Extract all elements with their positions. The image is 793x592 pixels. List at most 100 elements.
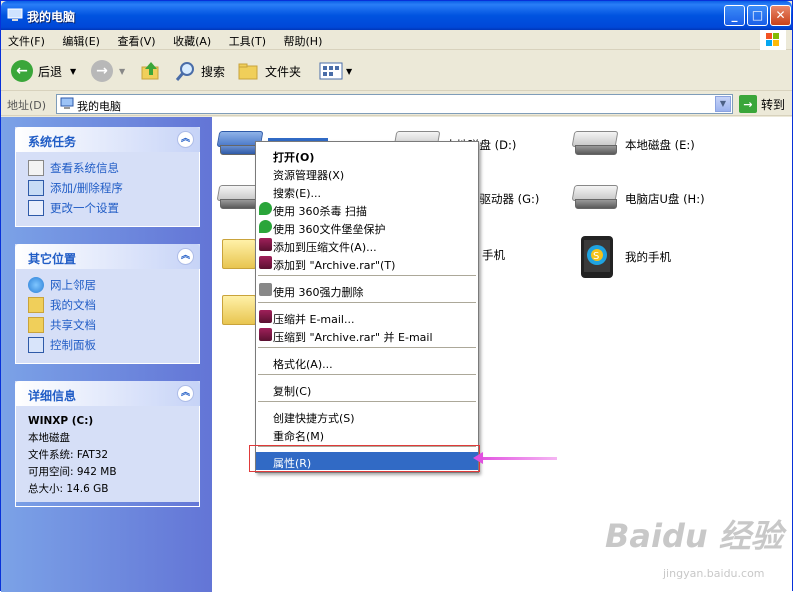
menu-separator xyxy=(258,347,476,348)
phone-icon: S xyxy=(581,236,613,278)
watermark-url: jingyan.baidu.com xyxy=(663,567,765,580)
address-input[interactable]: 我的电脑 ▼ xyxy=(56,94,733,114)
place-control-panel[interactable]: 控制面板 xyxy=(28,335,199,355)
go-arrow-icon: → xyxy=(739,95,757,113)
collapse-chevron-icon[interactable]: ︽ xyxy=(177,248,194,265)
back-arrow-icon: ← xyxy=(11,60,33,82)
annotation-arrow-head xyxy=(473,452,483,464)
forward-dropdown-icon[interactable]: ▼ xyxy=(119,67,125,76)
back-label: 后退 xyxy=(38,64,63,79)
phone-item-1[interactable]: 手机 xyxy=(482,247,505,263)
menu-add-archive-rar[interactable]: 添加到 "Archive.rar"(T) xyxy=(256,254,478,272)
address-label: 地址(D) xyxy=(7,99,47,112)
menu-file[interactable]: 文件(F) xyxy=(1,30,52,49)
other-places-panel: 其它位置 ︽ 网上邻居 我的文档 共享文档 控制面板 xyxy=(15,244,200,364)
menu-label: 复制(C) xyxy=(273,385,312,398)
menu-label: 打开(O) xyxy=(273,151,315,164)
search-icon xyxy=(175,62,194,81)
menu-label: 重命名(M) xyxy=(273,430,325,443)
menu-360-scan[interactable]: 使用 360杀毒 扫描 xyxy=(256,200,478,218)
windows-logo-icon xyxy=(760,30,786,50)
menu-add-archive[interactable]: 添加到压缩文件(A)... xyxy=(256,236,478,254)
address-bar: 地址(D) 我的电脑 ▼ → 转到 xyxy=(1,92,792,116)
menu-edit[interactable]: 编辑(E) xyxy=(55,30,107,49)
menu-favorites[interactable]: 收藏(A) xyxy=(166,30,218,49)
folders-button[interactable]: 文件夹 xyxy=(237,59,301,83)
shredder-icon xyxy=(259,283,272,296)
collapse-chevron-icon[interactable]: ︽ xyxy=(177,131,194,148)
other-places-header[interactable]: 其它位置 ︽ xyxy=(15,244,200,269)
menu-rename[interactable]: 重命名(M) xyxy=(256,425,478,443)
menu-compress-rar-email[interactable]: 压缩到 "Archive.rar" 并 E-mail xyxy=(256,326,478,344)
address-dropdown-icon[interactable]: ▼ xyxy=(715,96,731,112)
views-dropdown-icon[interactable]: ▼ xyxy=(346,67,352,76)
menu-copy[interactable]: 复制(C) xyxy=(256,380,478,398)
go-button[interactable]: → 转到 xyxy=(739,95,785,113)
close-button[interactable]: ✕ xyxy=(770,5,791,26)
folders-label: 文件夹 xyxy=(265,64,302,79)
task-label: 查看系统信息 xyxy=(50,161,119,175)
my-documents-icon xyxy=(28,297,44,313)
menu-search[interactable]: 搜索(E)... xyxy=(256,182,478,200)
menu-explore[interactable]: 资源管理器(X) xyxy=(256,164,478,182)
folder-item-1[interactable] xyxy=(222,239,256,269)
item-label: 手机 xyxy=(482,248,505,262)
minimize-button[interactable]: _ xyxy=(724,5,745,26)
task-add-remove-programs[interactable]: 添加/删除程序 xyxy=(28,178,199,198)
place-network[interactable]: 网上邻居 xyxy=(28,275,199,295)
menu-create-shortcut[interactable]: 创建快捷方式(S) xyxy=(256,407,478,425)
details-title: 详细信息 xyxy=(28,389,77,403)
menu-label: 压缩并 E-mail... xyxy=(273,313,355,326)
views-button[interactable]: ▼ xyxy=(319,59,352,83)
maximize-button[interactable]: □ xyxy=(747,5,768,26)
menu-separator xyxy=(258,374,476,375)
highlight-box xyxy=(249,445,480,472)
search-button[interactable]: 搜索 xyxy=(175,59,225,83)
address-value: 我的电脑 xyxy=(77,100,121,113)
menu-360-protect[interactable]: 使用 360文件堡垒保护 xyxy=(256,218,478,236)
my-computer-icon xyxy=(60,97,74,109)
back-dropdown-icon[interactable]: ▼ xyxy=(70,67,76,76)
up-folder-button[interactable] xyxy=(140,59,162,83)
place-my-documents[interactable]: 我的文档 xyxy=(28,295,199,315)
menu-format[interactable]: 格式化(A)... xyxy=(256,353,478,371)
menu-separator xyxy=(258,275,476,276)
place-label: 我的文档 xyxy=(50,298,96,312)
menu-bar: 文件(F) 编辑(E) 查看(V) 收藏(A) 工具(T) 帮助(H) xyxy=(1,30,792,50)
task-change-setting[interactable]: 更改一个设置 xyxy=(28,198,199,218)
menu-view[interactable]: 查看(V) xyxy=(110,30,162,49)
menu-separator xyxy=(258,302,476,303)
title-bar[interactable]: 我的电脑 _ □ ✕ xyxy=(1,1,792,30)
annotation-arrow xyxy=(477,457,557,460)
item-label: 本地磁盘 (E:) xyxy=(625,138,695,152)
menu-help[interactable]: 帮助(H) xyxy=(277,30,330,49)
my-phone-item[interactable]: S 我的手机 xyxy=(579,235,671,279)
forward-button[interactable]: → ▼ xyxy=(91,59,125,83)
folder-icon xyxy=(222,295,256,325)
task-view-system-info[interactable]: 查看系统信息 xyxy=(28,158,199,178)
menu-label: 创建快捷方式(S) xyxy=(273,412,355,425)
menu-360-delete[interactable]: 使用 360强力删除 xyxy=(256,281,478,299)
winrar-icon xyxy=(259,310,272,323)
toolbar: ← 后退 ▼ → ▼ 搜索 文件夹 ▼ xyxy=(1,51,792,91)
drive-h-item[interactable]: 电脑店U盘 (H:) xyxy=(571,185,705,213)
svg-text:S: S xyxy=(593,251,599,262)
drive-e-item[interactable]: 本地磁盘 (E:) xyxy=(571,131,695,159)
change-setting-icon xyxy=(28,200,44,216)
menu-tools[interactable]: 工具(T) xyxy=(222,30,273,49)
system-tasks-header[interactable]: 系统任务 ︽ xyxy=(15,127,200,152)
menu-compress-email[interactable]: 压缩并 E-mail... xyxy=(256,308,478,326)
folder-icon xyxy=(222,239,256,269)
hard-drive-icon xyxy=(571,131,619,159)
my-computer-icon xyxy=(7,8,23,21)
menu-label: 使用 360杀毒 扫描 xyxy=(273,205,367,218)
shield-icon xyxy=(259,202,272,215)
back-button[interactable]: ← 后退 ▼ xyxy=(11,59,76,83)
folder-item-2[interactable] xyxy=(222,295,256,325)
drive-filesystem: 文件系统: FAT32 xyxy=(28,449,109,461)
details-header[interactable]: 详细信息 ︽ xyxy=(15,381,200,406)
place-shared-documents[interactable]: 共享文档 xyxy=(28,315,199,335)
menu-open[interactable]: 打开(O) xyxy=(256,146,478,164)
menu-label: 搜索(E)... xyxy=(273,187,322,200)
collapse-chevron-icon[interactable]: ︽ xyxy=(177,385,194,402)
